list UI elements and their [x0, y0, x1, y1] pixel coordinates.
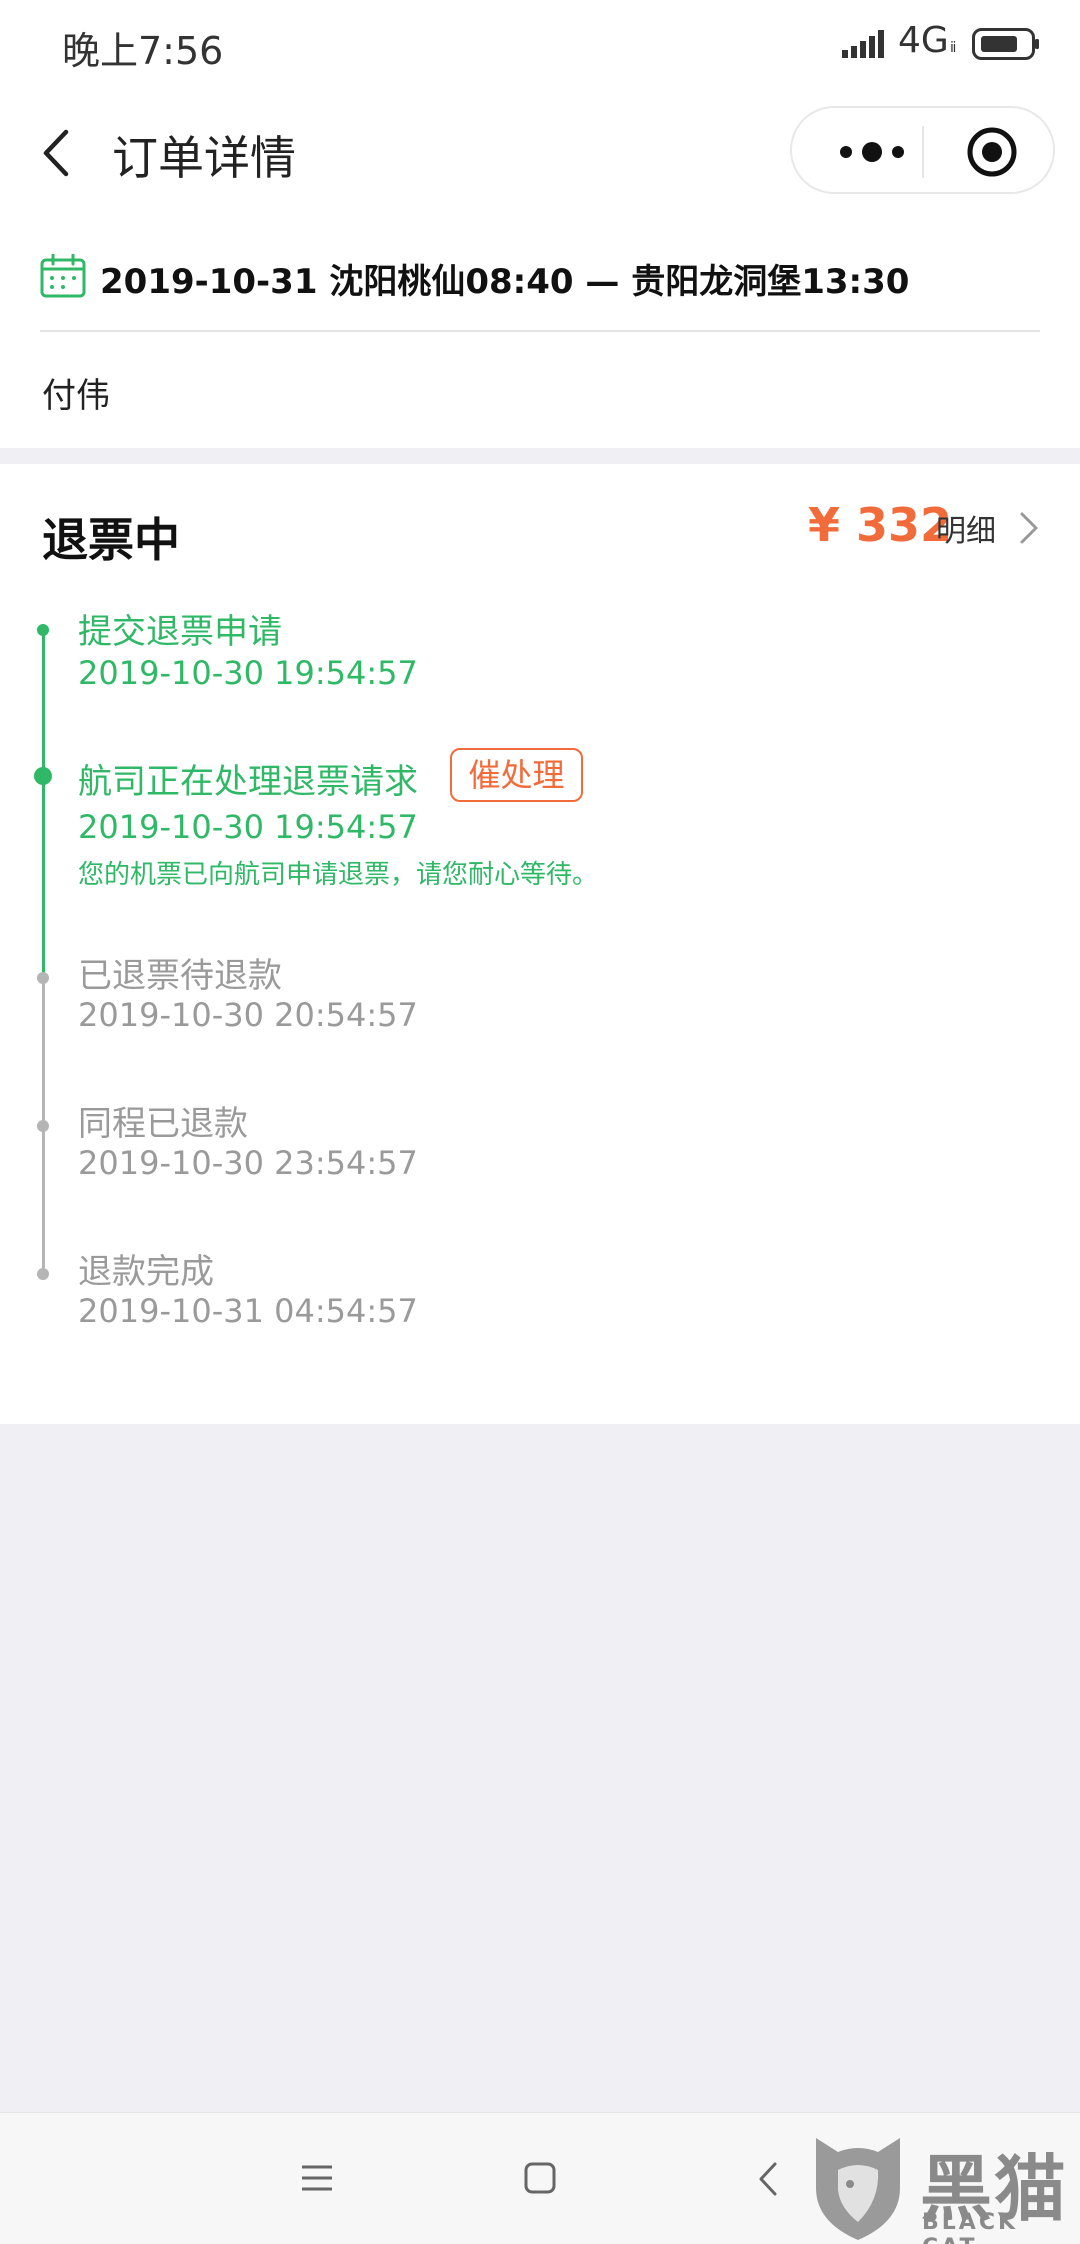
watermark-en: BLACK CAT — [922, 2210, 1019, 2244]
nav-bar: 订单详情 — [0, 88, 1080, 218]
timeline-step-time: 2019-10-30 19:54:57 — [78, 654, 418, 692]
battery-icon — [972, 28, 1039, 60]
system-back-icon[interactable] — [758, 2161, 778, 2197]
capsule-divider — [922, 126, 924, 178]
status-bar: 晚上7:56 4G ⅱ — [0, 0, 1080, 88]
page-title: 订单详情 — [112, 131, 296, 185]
urge-process-button[interactable]: 催处理 — [450, 748, 583, 802]
timeline-step-title: 退款完成 — [78, 1252, 214, 1292]
timeline-step-title: 提交退票申请 — [78, 612, 282, 652]
screen: 晚上7:56 4G ⅱ 订单详情 2019-10-31 沈阳桃仙08:40 — … — [0, 0, 1080, 2244]
refund-price: ¥ 332 — [808, 498, 953, 552]
divider — [40, 330, 1040, 332]
home-icon[interactable] — [524, 2161, 556, 2195]
flight-summary: 2019-10-31 沈阳桃仙08:40 — 贵阳龙洞堡13:30 — [100, 262, 910, 302]
timeline-dot-pending — [37, 972, 49, 984]
timeline-line-done — [42, 628, 45, 978]
recent-apps-icon[interactable] — [300, 2163, 334, 2193]
timeline-dot-pending — [37, 1268, 49, 1280]
more-icon[interactable] — [832, 134, 912, 170]
signal-icon — [842, 30, 884, 58]
calendar-icon — [40, 254, 86, 298]
timeline-dot — [37, 624, 49, 636]
network-activity: ⅱ — [950, 40, 957, 56]
blackcat-logo-icon — [816, 2138, 900, 2240]
timeline-dot-current — [34, 767, 52, 785]
timeline-dot-pending — [37, 1120, 49, 1132]
network-type: 4G — [898, 20, 949, 61]
passenger-name: 付伟 — [42, 376, 110, 416]
refund-status-card: 退票中 ¥ 332 明细 提交退票申请 2019-10-30 19:54:57 … — [0, 464, 1080, 1424]
timeline-step-note: 您的机票已向航司申请退票，请您耐心等待。 — [78, 860, 599, 890]
blackcat-watermark: 黑猫 BLACK CAT — [808, 2130, 1078, 2244]
close-miniapp-icon[interactable] — [964, 124, 1020, 180]
price-detail-link[interactable]: 明细 — [936, 506, 996, 550]
miniapp-capsule — [790, 106, 1055, 194]
flight-card: 2019-10-31 沈阳桃仙08:40 — 贵阳龙洞堡13:30 付伟 — [0, 218, 1080, 448]
chevron-right-icon[interactable] — [1018, 508, 1040, 548]
timeline-step-title: 已退票待退款 — [78, 956, 282, 996]
timeline-step-time: 2019-10-30 19:54:57 — [78, 808, 418, 846]
status-time: 晚上7:56 — [62, 29, 224, 73]
timeline-step-title: 航司正在处理退票请求 — [78, 762, 418, 802]
refund-status-title: 退票中 — [42, 513, 180, 567]
back-arrow-icon[interactable] — [32, 118, 92, 188]
timeline-step-time: 2019-10-30 23:54:57 — [78, 1144, 418, 1182]
flight-summary-row: 2019-10-31 沈阳桃仙08:40 — 贵阳龙洞堡13:30 — [40, 248, 1040, 308]
timeline-step-title: 同程已退款 — [78, 1104, 248, 1144]
timeline-step-time: 2019-10-31 04:54:57 — [78, 1292, 418, 1330]
timeline-step-time: 2019-10-30 20:54:57 — [78, 996, 418, 1034]
